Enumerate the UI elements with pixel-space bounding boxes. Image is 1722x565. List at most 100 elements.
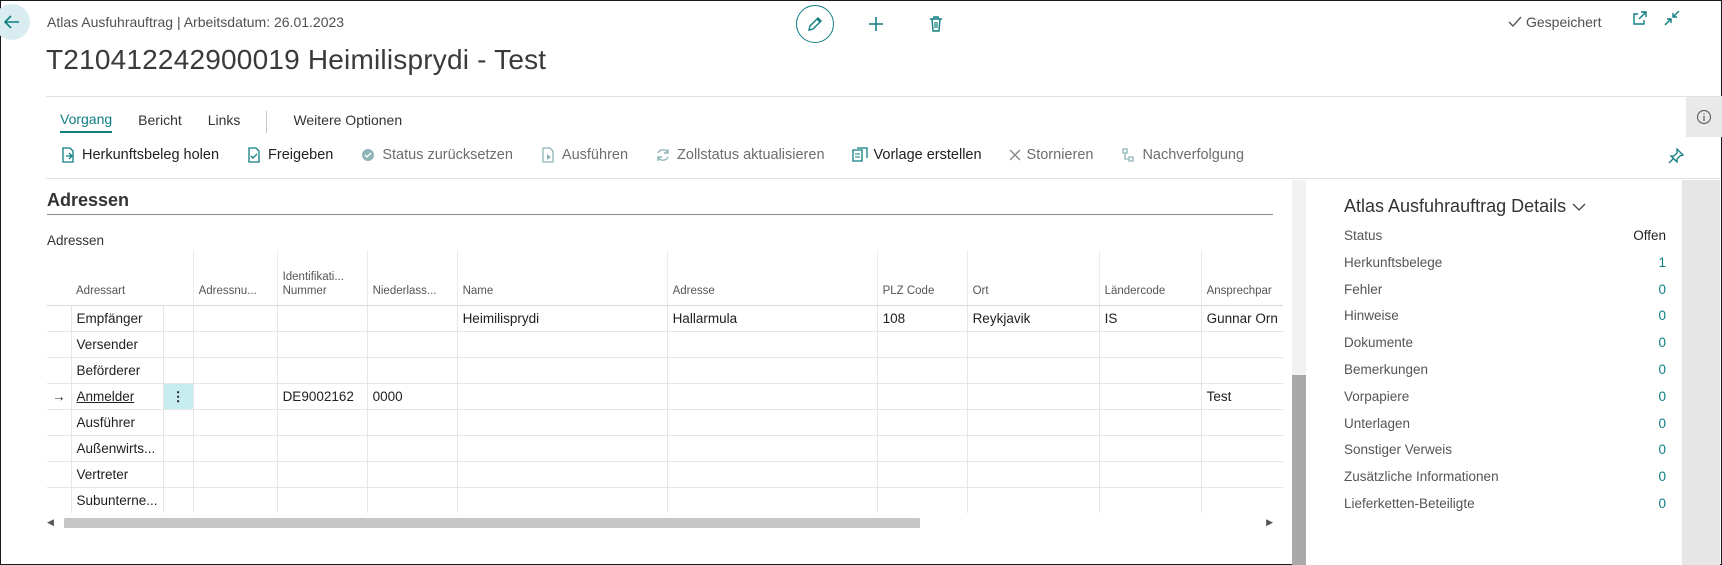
column-header[interactable]: Name bbox=[456, 250, 668, 306]
factbox-row-value[interactable]: 0 bbox=[1658, 308, 1666, 323]
delete-button[interactable] bbox=[918, 6, 954, 42]
row-menu-button[interactable] bbox=[162, 409, 194, 436]
grid-cell-city[interactable] bbox=[966, 409, 1100, 436]
table-row[interactable]: Außenwirts... bbox=[47, 435, 1283, 462]
grid-cell-nr[interactable] bbox=[192, 331, 278, 358]
grid-cell-address[interactable] bbox=[666, 357, 878, 384]
grid-cell-ident[interactable] bbox=[276, 409, 368, 436]
address-type-cell[interactable]: Beförderer bbox=[70, 357, 164, 384]
grid-cell-zip[interactable]: 108 bbox=[876, 305, 968, 332]
grid-cell-contact[interactable]: Gunnar Orn bbox=[1200, 305, 1283, 332]
grid-cell-branch[interactable] bbox=[366, 435, 458, 462]
grid-cell-nr[interactable] bbox=[192, 487, 278, 513]
execute-button[interactable]: Ausführen bbox=[540, 147, 628, 163]
column-header[interactable]: Ländercode bbox=[1098, 250, 1202, 306]
grid-cell-branch[interactable] bbox=[366, 461, 458, 488]
grid-cell-nr[interactable] bbox=[192, 383, 278, 410]
collapse-icon[interactable] bbox=[1664, 10, 1680, 26]
grid-cell-city[interactable] bbox=[966, 383, 1100, 410]
grid-cell-ident[interactable] bbox=[276, 461, 368, 488]
edit-button[interactable] bbox=[796, 5, 834, 43]
grid-cell-zip[interactable] bbox=[876, 435, 968, 462]
grid-cell-nr[interactable] bbox=[192, 357, 278, 384]
grid-cell-ident[interactable] bbox=[276, 487, 368, 513]
address-type-cell[interactable]: Empfänger bbox=[70, 305, 164, 332]
grid-cell-branch[interactable] bbox=[366, 331, 458, 358]
column-header[interactable]: Adressnu... bbox=[192, 250, 278, 306]
factbox-row-value[interactable]: 0 bbox=[1658, 416, 1666, 431]
reset-status-button[interactable]: Status zurücksetzen bbox=[360, 147, 513, 163]
grid-cell-city[interactable] bbox=[966, 461, 1100, 488]
new-button[interactable] bbox=[858, 6, 894, 42]
grid-cell-contact[interactable] bbox=[1200, 331, 1283, 358]
grid-cell-zip[interactable] bbox=[876, 487, 968, 513]
grid-cell-country[interactable]: IS bbox=[1098, 305, 1202, 332]
grid-cell-zip[interactable] bbox=[876, 331, 968, 358]
column-header[interactable]: PLZ Code bbox=[876, 250, 968, 306]
grid-cell-country[interactable] bbox=[1098, 357, 1202, 384]
table-row[interactable]: → Anmelder ⋮ DE9002162 0000 Test bbox=[47, 383, 1283, 410]
grid-cell-nr[interactable] bbox=[192, 435, 278, 462]
column-header[interactable]: Adressart bbox=[71, 250, 164, 306]
vertical-scroll-thumb[interactable] bbox=[1292, 375, 1306, 565]
factbox-row-value[interactable]: 0 bbox=[1658, 335, 1666, 350]
tab-weitere-optionen[interactable]: Weitere Optionen bbox=[293, 112, 402, 132]
column-header[interactable]: Ort bbox=[966, 250, 1100, 306]
grid-cell-branch[interactable] bbox=[366, 487, 458, 513]
create-template-button[interactable]: Vorlage erstellen bbox=[851, 147, 982, 163]
grid-cell-contact[interactable]: Test bbox=[1200, 383, 1283, 410]
grid-cell-country[interactable] bbox=[1098, 435, 1202, 462]
scroll-thumb[interactable] bbox=[64, 518, 920, 528]
factbox-row-value[interactable]: 0 bbox=[1658, 362, 1666, 377]
grid-cell-ident[interactable] bbox=[276, 357, 368, 384]
table-row[interactable]: Versender bbox=[47, 331, 1283, 358]
row-menu-button[interactable] bbox=[162, 331, 194, 358]
grid-cell-name[interactable] bbox=[456, 383, 668, 410]
release-button[interactable]: Freigeben bbox=[246, 147, 333, 163]
grid-cell-nr[interactable] bbox=[192, 305, 278, 332]
table-row[interactable]: Ausführer bbox=[47, 409, 1283, 436]
factbox-row-value[interactable]: 0 bbox=[1658, 389, 1666, 404]
grid-cell-branch[interactable] bbox=[366, 305, 458, 332]
grid-cell-ident[interactable] bbox=[276, 305, 368, 332]
row-menu-button[interactable] bbox=[162, 435, 194, 462]
factbox-title[interactable]: Atlas Ausfuhrauftrag Details bbox=[1344, 196, 1586, 217]
fetch-source-document-button[interactable]: Herkunftsbeleg holen bbox=[60, 147, 219, 163]
address-type-cell[interactable]: Anmelder bbox=[70, 383, 164, 410]
tab-bericht[interactable]: Bericht bbox=[138, 112, 182, 132]
grid-cell-ident[interactable]: DE9002162 bbox=[276, 383, 368, 410]
factbox-row-value[interactable]: 1 bbox=[1658, 255, 1666, 270]
column-header[interactable]: Adresse bbox=[666, 250, 878, 306]
column-header[interactable]: Ansprechpar bbox=[1200, 250, 1283, 306]
cancel-order-button[interactable]: Stornieren bbox=[1009, 147, 1093, 163]
grid-cell-zip[interactable] bbox=[876, 461, 968, 488]
table-row[interactable]: Vertreter bbox=[47, 461, 1283, 488]
column-header[interactable]: Identifikati... Nummer bbox=[276, 250, 368, 306]
grid-cell-city[interactable] bbox=[966, 331, 1100, 358]
grid-cell-branch[interactable]: 0000 bbox=[366, 383, 458, 410]
grid-cell-city[interactable] bbox=[966, 487, 1100, 513]
address-type-cell[interactable]: Subunterne... bbox=[70, 487, 164, 513]
grid-cell-city[interactable] bbox=[966, 357, 1100, 384]
table-row[interactable]: Subunterne... bbox=[47, 487, 1283, 513]
factbox-row-value[interactable]: 0 bbox=[1658, 442, 1666, 457]
scroll-left-icon[interactable]: ◀ bbox=[47, 517, 54, 528]
grid-cell-name[interactable] bbox=[456, 435, 668, 462]
grid-cell-address[interactable] bbox=[666, 461, 878, 488]
grid-cell-address[interactable] bbox=[666, 487, 878, 513]
grid-cell-name[interactable]: Heimilisprydi bbox=[456, 305, 668, 332]
row-menu-button[interactable]: ⋮ bbox=[162, 383, 194, 410]
table-row[interactable]: Empfänger Heimilisprydi Hallarmula 108 Reykj… bbox=[47, 305, 1283, 332]
grid-cell-zip[interactable] bbox=[876, 383, 968, 410]
row-menu-button[interactable] bbox=[162, 461, 194, 488]
grid-cell-contact[interactable] bbox=[1200, 487, 1283, 513]
factbox-toggle-button[interactable] bbox=[1686, 97, 1722, 137]
grid-cell-address[interactable] bbox=[666, 383, 878, 410]
grid-cell-name[interactable] bbox=[456, 409, 668, 436]
grid-cell-country[interactable] bbox=[1098, 409, 1202, 436]
tracking-button[interactable]: Nachverfolgung bbox=[1120, 147, 1244, 163]
grid-cell-address[interactable] bbox=[666, 331, 878, 358]
grid-cell-address[interactable] bbox=[666, 409, 878, 436]
grid-cell-ident[interactable] bbox=[276, 435, 368, 462]
grid-cell-name[interactable] bbox=[456, 461, 668, 488]
